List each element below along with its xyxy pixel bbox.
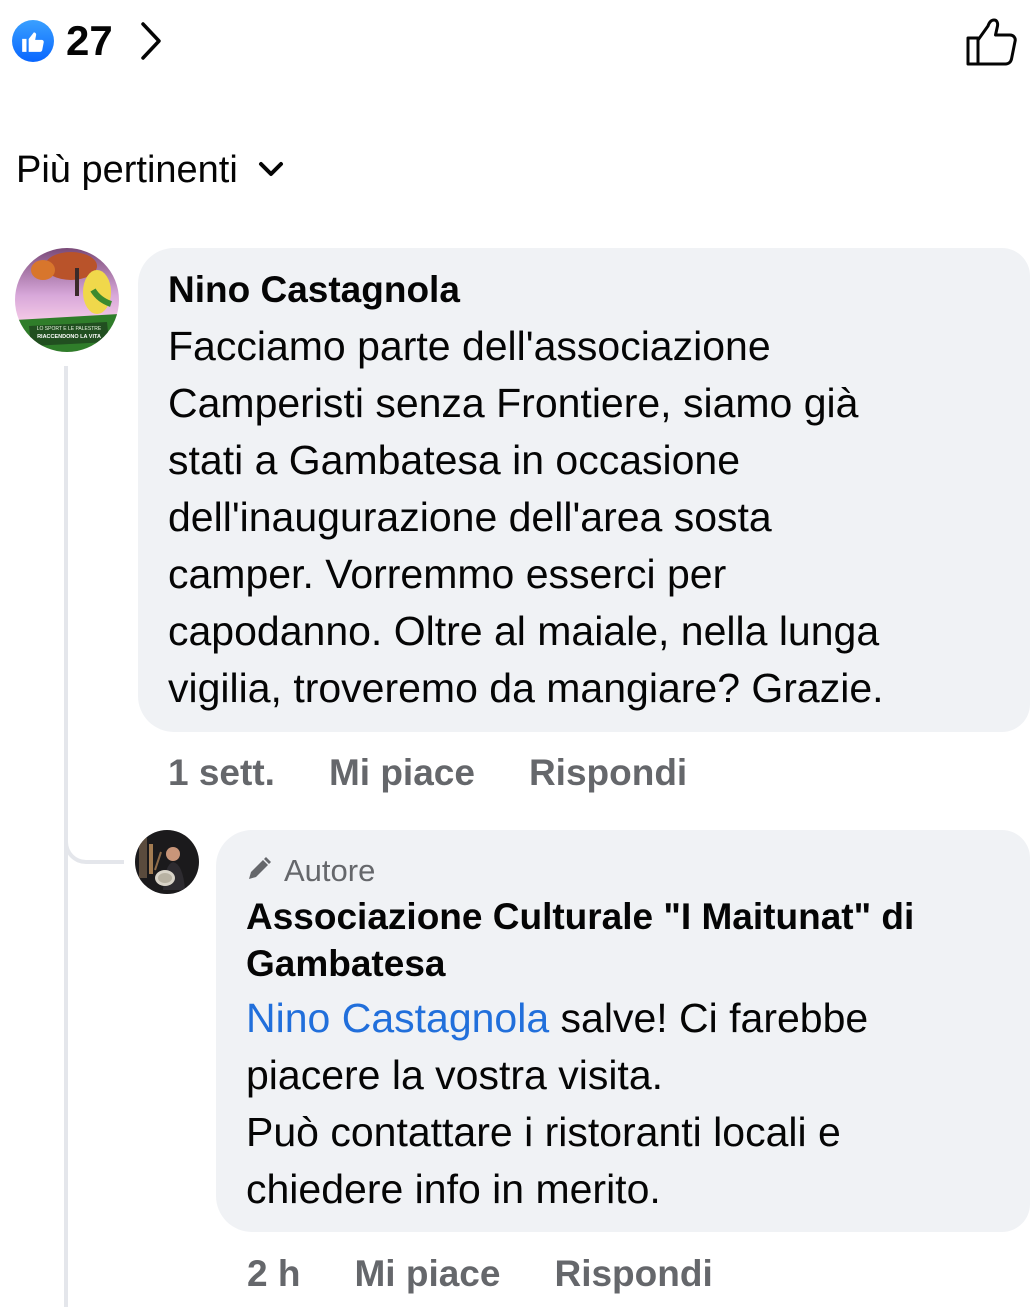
- reactions-summary[interactable]: 27: [12, 18, 163, 64]
- chevron-right-icon: [139, 20, 163, 62]
- author-badge-label: Autore: [284, 853, 376, 888]
- comment-timestamp[interactable]: 1 sett.: [168, 752, 275, 794]
- like-button[interactable]: Mi piace: [329, 752, 475, 794]
- avatar[interactable]: LO SPORT E LE PALESTRE RIACCENDONO LA VI…: [15, 248, 119, 352]
- like-badge-icon: [12, 20, 54, 62]
- like-button[interactable]: Mi piace: [354, 1253, 500, 1295]
- chevron-down-icon: [258, 161, 284, 179]
- reply-button[interactable]: Rispondi: [529, 752, 687, 794]
- avatar-caption-1: LO SPORT E LE PALESTRE: [37, 326, 102, 332]
- reply-button[interactable]: Rispondi: [554, 1253, 712, 1295]
- comment-bubble: Nino Castagnola Facciamo parte dell'asso…: [138, 248, 1030, 732]
- comment-actions: 1 sett. Mi piace Rispondi: [168, 748, 687, 798]
- mention-link[interactable]: Nino Castagnola: [246, 995, 549, 1041]
- reply-timestamp[interactable]: 2 h: [247, 1253, 300, 1295]
- avatar-caption-2: RIACCENDONO LA VITA: [37, 334, 101, 340]
- sort-dropdown[interactable]: Più pertinenti: [16, 146, 284, 194]
- reply-text: Nino Castagnola salve! Ci farebbe piacer…: [246, 990, 1006, 1218]
- comment-author[interactable]: Nino Castagnola: [168, 267, 460, 313]
- pencil-icon: [246, 856, 272, 887]
- reaction-count: 27: [66, 17, 113, 64]
- reply-bubble: Autore Associazione Culturale "I Maituna…: [216, 830, 1030, 1232]
- thread-connector: [64, 790, 124, 864]
- comment-text: Facciamo parte dell'associazione Camperi…: [168, 323, 884, 711]
- reply-author[interactable]: Associazione Culturale "I Maitunat" di G…: [246, 893, 986, 987]
- avatar[interactable]: [135, 830, 199, 894]
- reply-actions: 2 h Mi piace Rispondi: [247, 1249, 713, 1299]
- author-badge: Autore: [246, 850, 375, 892]
- like-outline-icon[interactable]: [964, 14, 1020, 70]
- sort-label: Più pertinenti: [16, 149, 238, 191]
